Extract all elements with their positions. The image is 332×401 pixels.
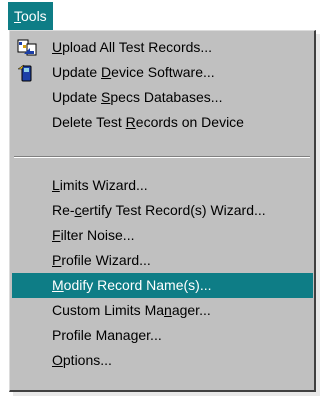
item-text-pre: Update bbox=[52, 64, 102, 80]
item-text-post: ptions... bbox=[62, 352, 112, 368]
item-mnemonic: F bbox=[52, 227, 61, 243]
menu-item-modify-record-names[interactable]: Modify Record Name(s)... bbox=[12, 273, 313, 298]
menu-separator bbox=[14, 156, 310, 158]
item-mnemonic: P bbox=[52, 252, 62, 268]
menu-item-filter-noise[interactable]: Filter Noise... bbox=[12, 223, 313, 248]
update-device-icon bbox=[17, 64, 32, 82]
tools-mnemonic: T bbox=[14, 8, 21, 24]
menu-item-recertify-test-records-wizard[interactable]: Re-certify Test Record(s) Wizard... bbox=[12, 198, 313, 223]
item-text-post: ilter Noise... bbox=[60, 227, 135, 243]
upload-icon bbox=[17, 39, 37, 56]
tools-dropdown-menu: Upload All Test Records... Update Device… bbox=[9, 30, 316, 392]
tools-menu[interactable]: Tools bbox=[8, 2, 53, 30]
item-text-pre: Custom Limits Ma bbox=[52, 302, 165, 318]
item-mnemonic: S bbox=[101, 89, 111, 105]
menu-item-upload-all-test-records[interactable]: Upload All Test Records... bbox=[12, 35, 313, 60]
item-mnemonic: R bbox=[125, 114, 136, 130]
item-mnemonic: U bbox=[52, 39, 63, 55]
item-text-post: evice Software... bbox=[111, 64, 215, 80]
tools-label: ools bbox=[21, 8, 47, 24]
item-mnemonic: M bbox=[52, 277, 64, 293]
item-mnemonic: c bbox=[74, 202, 82, 218]
item-mnemonic: L bbox=[52, 177, 60, 193]
item-text-post: rofile Wizard... bbox=[61, 252, 151, 268]
item-text-post: ecords on Device bbox=[135, 114, 244, 130]
item-text-post: ager... bbox=[171, 302, 211, 318]
item-text-post: ertify Test Record(s) Wizard... bbox=[81, 202, 266, 218]
item-text-post: pecs Databases... bbox=[110, 89, 223, 105]
menu-item-update-device-software[interactable]: Update Device Software... bbox=[12, 60, 313, 85]
menu-item-profile-manager[interactable]: Profile Manager... bbox=[12, 323, 313, 348]
item-text-pre: Delete Test bbox=[52, 114, 126, 130]
menu-item-custom-limits-manager[interactable]: Custom Limits Manager... bbox=[12, 298, 313, 323]
item-text-pre: Re- bbox=[52, 202, 75, 218]
item-text-post: pload All Test Records... bbox=[62, 39, 213, 55]
menu-item-limits-wizard[interactable]: Limits Wizard... bbox=[12, 173, 313, 198]
item-text-post: odify Record Name(s)... bbox=[63, 277, 212, 293]
item-mnemonic: D bbox=[101, 64, 112, 80]
item-text-pre: Update bbox=[52, 89, 102, 105]
menu-item-update-specs-databases[interactable]: Update Specs Databases... bbox=[12, 85, 313, 110]
item-text-post: imits Wizard... bbox=[59, 177, 148, 193]
item-mnemonic: n bbox=[164, 302, 172, 318]
item-mnemonic: O bbox=[52, 352, 63, 368]
menu-item-profile-wizard[interactable]: Profile Wizard... bbox=[12, 248, 313, 273]
item-text-pre: Profile Manager... bbox=[52, 327, 162, 343]
menu-item-delete-test-records-on-device[interactable]: Delete Test Records on Device bbox=[12, 110, 313, 135]
menu-item-options[interactable]: Options... bbox=[12, 348, 313, 373]
